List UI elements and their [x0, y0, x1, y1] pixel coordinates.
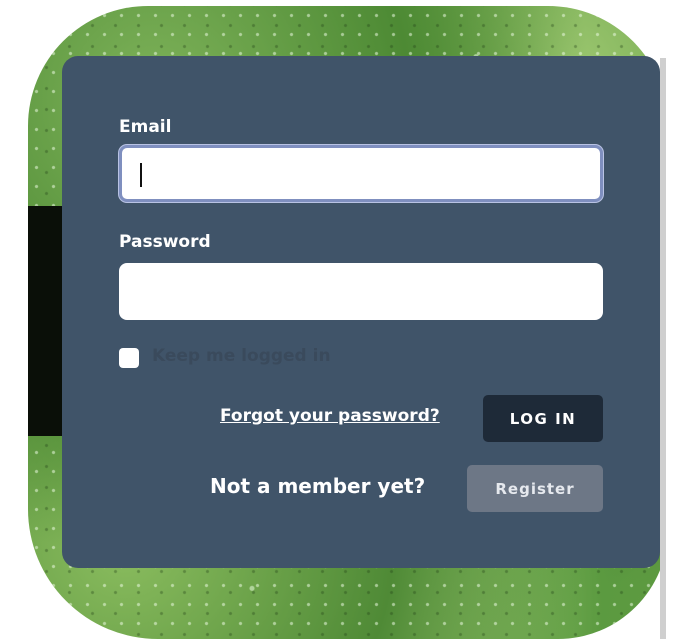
email-input[interactable] [122, 148, 600, 199]
scrollbar-edge [660, 58, 684, 639]
password-input[interactable] [119, 263, 603, 320]
login-panel: Email Password Keep me logged in Forgot … [62, 56, 660, 568]
login-button[interactable]: LOG IN [483, 395, 603, 442]
keep-logged-in-label[interactable]: Keep me logged in [152, 346, 331, 366]
login-screen: Email Password Keep me logged in Forgot … [0, 0, 692, 639]
password-field[interactable] [119, 263, 603, 320]
register-button[interactable]: Register [467, 465, 603, 512]
not-member-text: Not a member yet? [210, 474, 426, 498]
email-label: Email [119, 117, 172, 137]
text-caret [140, 163, 142, 187]
email-field[interactable] [119, 145, 603, 202]
password-label: Password [119, 232, 211, 252]
forgot-password-link[interactable]: Forgot your password? [220, 406, 440, 426]
keep-logged-in-checkbox[interactable] [119, 348, 139, 368]
